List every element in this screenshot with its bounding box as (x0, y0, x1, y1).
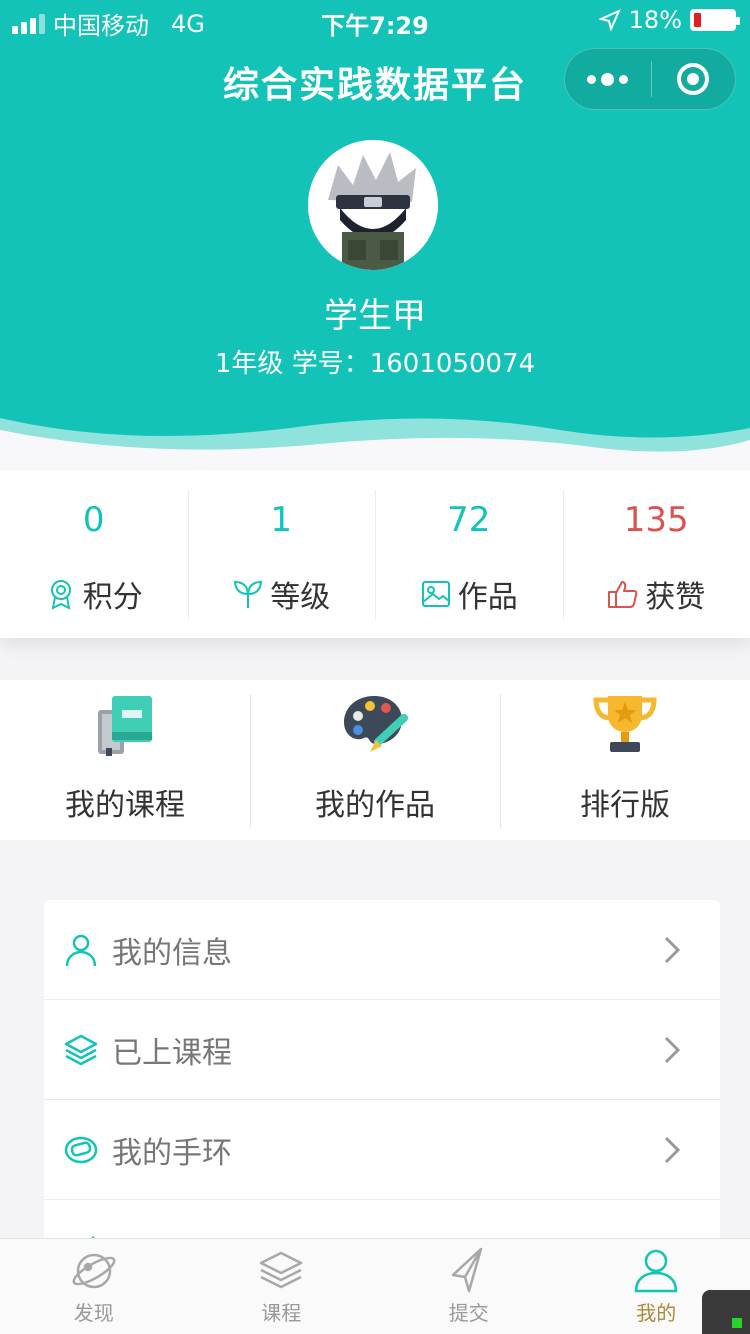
grade: 1年级 (214, 349, 284, 379)
mini-program-capsule (564, 48, 736, 110)
tab-label: 发现 (73, 1301, 114, 1325)
user-icon (632, 1245, 680, 1295)
stat-works[interactable]: 72 作品 (375, 470, 563, 638)
close-target-icon[interactable] (652, 61, 736, 97)
user-icon (64, 933, 98, 967)
wristband-icon (64, 1133, 98, 1167)
stat-label: 作品 (457, 580, 518, 615)
stat-label: 积分 (82, 580, 143, 615)
trophy-icon (592, 692, 658, 758)
sprout-icon (232, 578, 264, 610)
user-info: 1年级 学号：1601050074 (0, 343, 750, 380)
stat-value: 0 (82, 500, 105, 540)
status-bar: 中国移动 4G 下午7:29 18% (0, 0, 750, 40)
stats-panel: 0 积分 1 等级 72 作品 135 获赞 (0, 470, 750, 638)
stat-likes[interactable]: 135 获赞 (562, 470, 750, 638)
quick-label: 我的课程 (65, 788, 185, 823)
menu-item-attended-courses[interactable]: 已上课程 (44, 1000, 720, 1100)
tab-label: 课程 (261, 1301, 302, 1325)
tab-submit[interactable]: 提交 (375, 1239, 563, 1334)
stat-value: 135 (623, 500, 689, 540)
palette-icon (342, 692, 408, 758)
quick-label: 我的作品 (315, 788, 435, 823)
user-name: 学生甲 (324, 296, 426, 336)
tab-discover[interactable]: 发现 (0, 1239, 188, 1334)
books-icon (92, 692, 158, 758)
chevron-right-icon (654, 932, 690, 968)
battery-percent: 18% (628, 6, 682, 34)
menu-label: 已上课程 (112, 1035, 232, 1071)
tab-courses[interactable]: 课程 (188, 1239, 376, 1334)
location-icon (598, 9, 621, 31)
layers-icon (64, 1033, 98, 1067)
profile-header: 综合实践数据平台 学生甲 1年级 学号：1601050074 (0, 0, 750, 470)
menu-item-my-info[interactable]: 我的信息 (44, 900, 720, 1000)
stat-points[interactable]: 0 积分 (0, 470, 188, 638)
stat-label: 等级 (270, 580, 331, 615)
more-icon[interactable] (565, 72, 651, 86)
menu-label: 我的信息 (112, 935, 232, 971)
battery-icon (690, 9, 740, 31)
chevron-right-icon (654, 1132, 690, 1168)
debug-widget[interactable] (702, 1290, 750, 1334)
header-wave (0, 418, 750, 470)
menu-item-my-wristband[interactable]: 我的手环 (44, 1100, 720, 1200)
stat-level[interactable]: 1 等级 (187, 470, 376, 638)
avatar[interactable] (308, 140, 438, 270)
ranking-entry[interactable]: 排行版 (500, 680, 750, 840)
tab-label: 提交 (448, 1301, 489, 1325)
quick-entries: 我的课程 我的作品 排行版 (0, 680, 750, 840)
stat-value: 1 (270, 500, 293, 540)
student-id: 1601050074 (369, 349, 536, 379)
menu-label: 我的手环 (112, 1135, 232, 1171)
quick-label: 排行版 (580, 788, 670, 823)
planet-icon (70, 1245, 118, 1295)
stat-value: 72 (447, 500, 491, 540)
student-id-label: 学号： (291, 349, 370, 379)
my-works-entry[interactable]: 我的作品 (250, 680, 500, 840)
tab-bar: 发现 课程 提交 我的 (0, 1238, 750, 1334)
medal-icon (45, 578, 77, 610)
my-courses-entry[interactable]: 我的课程 (0, 680, 250, 840)
stat-label: 获赞 (645, 580, 706, 615)
thumbs-up-icon (607, 578, 639, 610)
image-icon (420, 578, 452, 610)
paper-plane-icon (445, 1245, 493, 1295)
layers-icon (257, 1245, 305, 1295)
chevron-right-icon (654, 1032, 690, 1068)
tab-label: 我的 (636, 1301, 677, 1325)
